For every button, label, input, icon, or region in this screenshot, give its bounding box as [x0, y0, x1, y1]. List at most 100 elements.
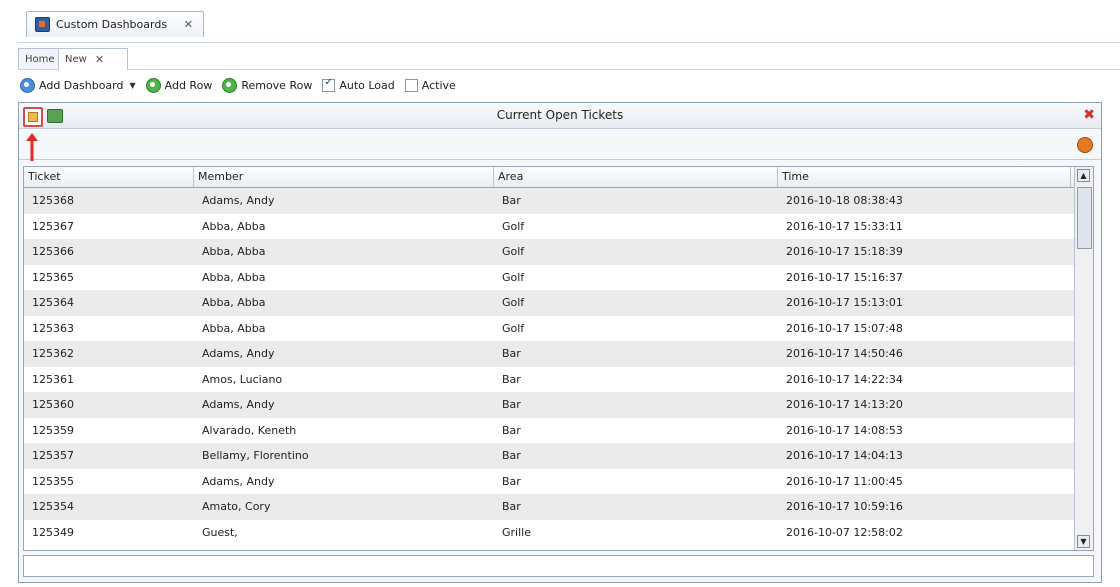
table-row[interactable]: 125355 Adams, Andy Bar 2016-10-17 11:00:45 [24, 469, 1093, 495]
time-cell: 2016-10-18 08:38:43 [786, 194, 903, 208]
ticket-cell: 125357 [32, 449, 74, 463]
arrow-indicator-icon [26, 133, 38, 161]
time-cell: 2016-10-17 15:07:48 [786, 321, 903, 335]
time-cell: 2016-10-17 14:22:34 [786, 372, 903, 386]
tab-custom-dashboards[interactable]: Custom Dashboards ✕ [26, 11, 204, 37]
ticket-cell: 125354 [32, 500, 74, 514]
panel-subbar [19, 129, 1101, 160]
time-cell: 2016-10-17 14:50:46 [786, 347, 903, 361]
table-row[interactable]: 125362 Adams, Andy Bar 2016-10-17 14:50:46 [24, 341, 1093, 367]
add-row-label: Add Row [164, 78, 213, 92]
ticket-cell: 125366 [32, 245, 74, 259]
table-row[interactable]: 125359 Alvarado, Keneth Bar 2016-10-17 14:0… [24, 418, 1093, 444]
scroll-up-icon[interactable]: ▲ [1077, 169, 1090, 182]
add-icon [145, 77, 161, 93]
scroll-thumb[interactable] [1077, 187, 1092, 249]
tab-new-label: New [65, 54, 87, 65]
table-row[interactable]: 125366 Abba, Abba Golf 2016-10-17 15:18:39 [24, 239, 1093, 265]
member-cell: Abba, Abba [202, 219, 266, 233]
table-row[interactable]: 125361 Amos, Luciano Bar 2016-10-17 14:22:3… [24, 367, 1093, 393]
member-cell: Amato, Cory [202, 500, 271, 514]
chevron-down-icon[interactable]: ▼ [129, 81, 135, 90]
time-cell: 2016-10-07 12:58:02 [786, 525, 903, 539]
ticket-cell: 125360 [32, 398, 74, 412]
time-cell: 2016-10-17 14:13:20 [786, 398, 903, 412]
table-row[interactable]: 125363 Abba, Abba Golf 2016-10-17 15:07:48 [24, 316, 1093, 342]
tab-home-label: Home [25, 53, 55, 65]
area-cell: Golf [502, 245, 525, 259]
auto-load-checkbox[interactable]: Auto Load [320, 77, 396, 92]
refresh-icon[interactable] [1077, 137, 1093, 153]
close-icon[interactable]: ✕ [95, 53, 104, 66]
add-row-button[interactable]: Add Row [144, 77, 215, 93]
time-cell: 2016-10-17 10:59:16 [786, 500, 903, 514]
member-cell: Bellamy, Florentino [202, 449, 309, 463]
area-cell: Bar [502, 474, 521, 488]
member-cell: Adams, Andy [202, 398, 275, 412]
table-row[interactable]: 125357 Bellamy, Florentino Bar 2016-10-17 1… [24, 443, 1093, 469]
column-header-time[interactable]: Time [778, 167, 1071, 187]
area-cell: Golf [502, 296, 525, 310]
checkbox-checked[interactable] [322, 77, 336, 92]
delete-icon[interactable]: ✖ [1083, 107, 1095, 123]
column-header-member[interactable]: Member [194, 167, 494, 187]
auto-load-label: Auto Load [339, 78, 395, 92]
ticket-cell: 125364 [32, 296, 74, 310]
panel-title: Current Open Tickets [496, 108, 624, 122]
active-label: Active [421, 78, 456, 92]
member-cell: Alvarado, Keneth [202, 423, 297, 437]
time-cell: 2016-10-17 14:04:13 [786, 449, 903, 463]
table-row[interactable]: 125364 Abba, Abba Golf 2016-10-17 15:13:01 [24, 290, 1093, 316]
time-cell: 2016-10-17 15:33:11 [786, 219, 903, 233]
time-cell: 2016-10-17 15:16:37 [786, 270, 903, 284]
area-cell: Bar [502, 347, 521, 361]
close-icon[interactable]: ✕ [184, 18, 193, 31]
remove-row-button[interactable]: Remove Row [220, 77, 314, 93]
area-cell: Bar [502, 372, 521, 386]
tab-new[interactable]: New ✕ [58, 48, 128, 70]
ticket-cell: 125368 [32, 194, 74, 208]
member-cell: Abba, Abba [202, 321, 266, 335]
tickets-grid: Ticket Member Area Time 125368 Adams, And… [23, 166, 1094, 551]
time-cell: 2016-10-17 15:18:39 [786, 245, 903, 259]
table-row[interactable]: 125349 Guest, Grille 2016-10-07 12:58:02 [24, 520, 1093, 546]
tab-label: Custom Dashboards [56, 18, 168, 31]
sub-tab-bar: Home New ✕ [18, 45, 1120, 70]
member-cell: Abba, Abba [202, 245, 266, 259]
area-cell: Bar [502, 398, 521, 412]
area-cell: Bar [502, 194, 521, 208]
column-header-area[interactable]: Area [494, 167, 778, 187]
area-cell: Golf [502, 321, 525, 335]
grid-header: Ticket Member Area Time [24, 167, 1093, 188]
time-cell: 2016-10-17 11:00:45 [786, 474, 903, 488]
area-cell: Bar [502, 423, 521, 437]
member-cell: Abba, Abba [202, 296, 266, 310]
member-cell: Amos, Luciano [202, 372, 283, 386]
add-icon [20, 77, 35, 93]
scroll-down-icon[interactable]: ▼ [1077, 535, 1090, 548]
table-row[interactable]: 125365 Abba, Abba Golf 2016-10-17 15:16:37 [24, 265, 1093, 291]
active-checkbox[interactable]: Active [403, 78, 458, 92]
time-cell: 2016-10-17 14:08:53 [786, 423, 903, 437]
app-icon [35, 17, 50, 32]
area-cell: Grille [502, 525, 531, 539]
document-tab-bar: Custom Dashboards ✕ [18, 8, 1120, 43]
table-row[interactable]: 125360 Adams, Andy Bar 2016-10-17 14:13:20 [24, 392, 1093, 418]
time-cell: 2016-10-17 15:13:01 [786, 296, 903, 310]
ticket-cell: 125355 [32, 474, 74, 488]
checkbox-unchecked[interactable] [404, 78, 418, 92]
member-cell: Adams, Andy [202, 194, 275, 208]
column-header-ticket[interactable]: Ticket [24, 167, 194, 187]
ticket-cell: 125349 [32, 525, 74, 539]
area-cell: Bar [502, 449, 521, 463]
add-dashboard-button[interactable]: Add Dashboard ▼ [18, 77, 138, 93]
table-row[interactable]: 125368 Adams, Andy Bar 2016-10-18 08:38:43 [24, 188, 1093, 214]
table-row[interactable]: 125367 Abba, Abba Golf 2016-10-17 15:33:11 [24, 214, 1093, 240]
table-row[interactable]: 125354 Amato, Cory Bar 2016-10-17 10:59:16 [24, 494, 1093, 520]
ticket-cell: 125363 [32, 321, 74, 335]
remove-row-label: Remove Row [241, 78, 313, 92]
area-cell: Bar [502, 500, 521, 514]
vertical-scrollbar[interactable]: ▲ ▼ [1074, 167, 1093, 550]
area-cell: Golf [502, 219, 525, 233]
grid-body: 125368 Adams, Andy Bar 2016-10-18 08:38:43 … [24, 188, 1093, 545]
